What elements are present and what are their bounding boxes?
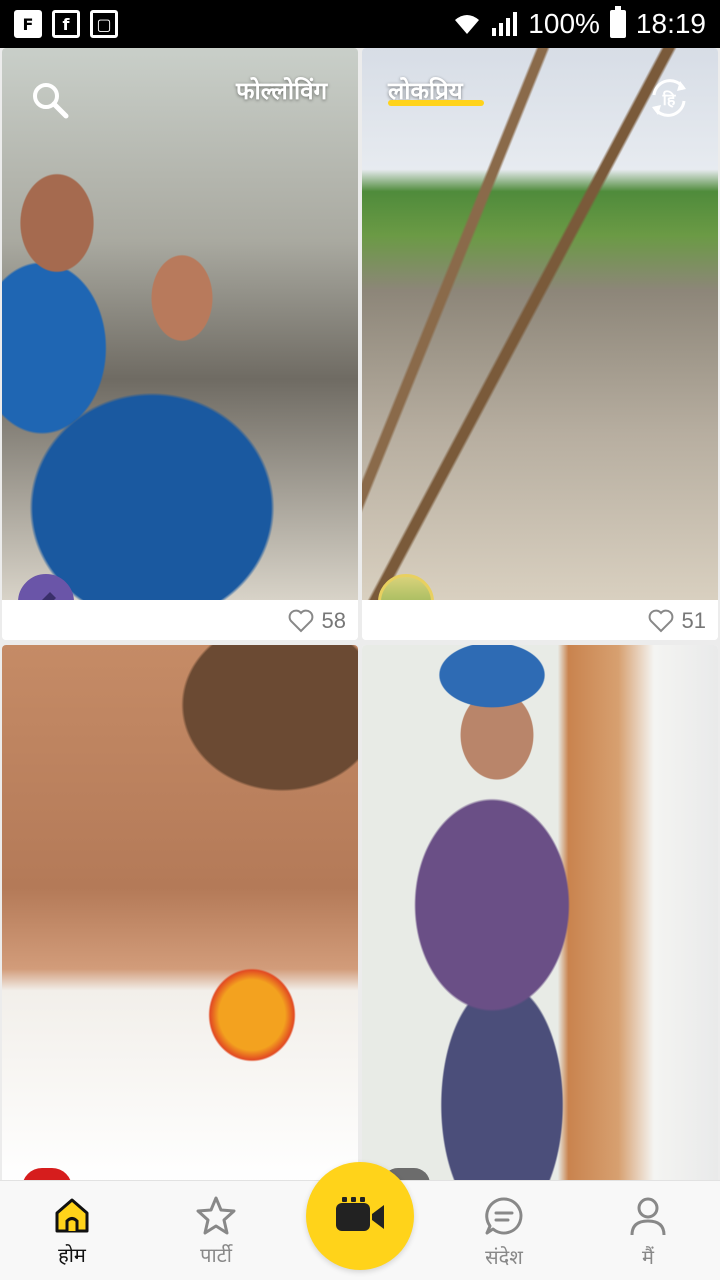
status-bar: F f ▢ 100% 18:19 <box>0 0 720 48</box>
like-count-value: 51 <box>681 608 706 633</box>
nav-messages-label: संदेश <box>485 1245 523 1269</box>
video-thumbnail[interactable] <box>362 48 718 600</box>
active-tab-indicator <box>388 100 484 106</box>
video-card[interactable] <box>362 645 718 1185</box>
home-icon <box>55 1198 89 1233</box>
video-card[interactable]: 51 <box>362 48 718 640</box>
star-icon <box>196 1196 236 1235</box>
flipboard-icon: F <box>14 10 42 38</box>
battery-percent: 100% <box>528 8 600 39</box>
nav-home-label: होम <box>58 1243 86 1267</box>
heart-icon <box>648 609 673 633</box>
nav-profile[interactable]: मैं <box>598 1195 698 1270</box>
app-screen: F f ▢ 100% 18:19 58 51 फोल्लोविंग लोकप्र… <box>0 0 720 1280</box>
record-video-button[interactable] <box>306 1162 414 1270</box>
nav-party[interactable]: पार्टी <box>166 1195 266 1268</box>
language-switch-icon: हि <box>652 79 686 117</box>
language-label: हि <box>662 90 677 109</box>
nav-home[interactable]: होम <box>22 1195 122 1268</box>
video-thumbnail[interactable] <box>2 48 358 600</box>
screenshot-icon: ▢ <box>90 10 118 38</box>
notification-icons: F f ▢ <box>14 10 118 38</box>
heart-icon <box>288 609 313 633</box>
nav-party-label: पार्टी <box>200 1243 232 1267</box>
signal-icon <box>492 12 518 36</box>
video-card[interactable]: 58 <box>2 48 358 640</box>
wifi-icon <box>455 15 480 34</box>
facebook-icon: f <box>52 10 80 38</box>
like-count[interactable]: 58 <box>288 608 346 634</box>
system-status: 100% 18:19 <box>452 6 706 40</box>
chat-icon <box>485 1197 523 1235</box>
like-count-value: 58 <box>321 608 346 633</box>
video-camera-icon <box>336 1197 384 1231</box>
person-icon <box>630 1197 666 1236</box>
video-thumbnail[interactable] <box>2 645 358 1185</box>
battery-icon <box>609 6 626 38</box>
video-card[interactable] <box>2 645 358 1185</box>
clock: 18:19 <box>635 8 706 39</box>
tab-following[interactable]: फोल्लोविंग <box>236 74 327 107</box>
video-thumbnail[interactable] <box>362 645 718 1185</box>
language-switch-button[interactable]: हि <box>646 75 692 121</box>
nav-messages[interactable]: संदेश <box>454 1195 554 1270</box>
search-icon <box>33 83 69 119</box>
search-button[interactable] <box>30 80 70 120</box>
nav-profile-label: मैं <box>642 1245 654 1269</box>
like-count[interactable]: 51 <box>648 608 706 634</box>
